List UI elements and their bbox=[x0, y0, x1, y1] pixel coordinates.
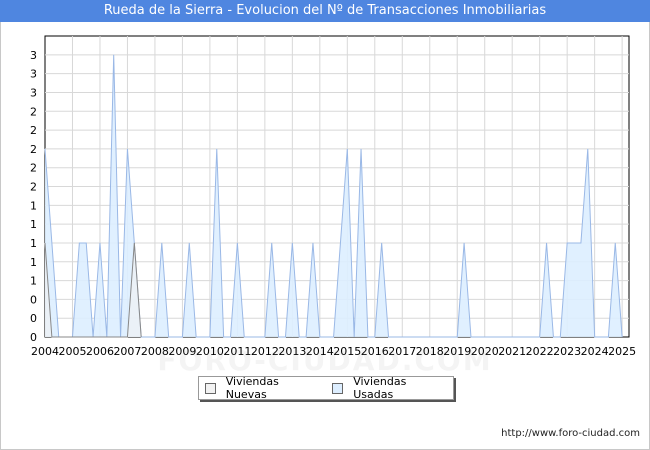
y-tick-label: 1 bbox=[30, 218, 37, 231]
y-tick-label: 2 bbox=[30, 105, 37, 118]
legend-item-nuevas: Viviendas Nuevas bbox=[205, 375, 320, 401]
legend-item-usadas: Viviendas Usadas bbox=[332, 375, 447, 401]
legend-label-usadas: Viviendas Usadas bbox=[353, 375, 407, 401]
chart-legend: Viviendas Nuevas Viviendas Usadas bbox=[198, 375, 454, 401]
y-tick-label: 1 bbox=[30, 237, 37, 250]
legend-label-nuevas: Viviendas Nuevas bbox=[225, 375, 279, 401]
y-tick-label: 0 bbox=[30, 293, 37, 306]
y-axis: 0 0 0 1 1 1 1 1 2 2 2 2 2 3 3 3 bbox=[30, 49, 37, 344]
legend-swatch-nuevas bbox=[205, 382, 216, 394]
y-tick-label: 1 bbox=[30, 275, 37, 288]
y-tick-label: 0 bbox=[30, 331, 37, 344]
y-tick-label: 2 bbox=[30, 143, 37, 156]
y-tick-label: 2 bbox=[30, 181, 37, 194]
y-tick-label: 2 bbox=[30, 124, 37, 137]
y-tick-label: 0 bbox=[30, 312, 37, 325]
footer-url: http://www.foro-ciudad.com bbox=[501, 428, 640, 439]
y-tick-label: 3 bbox=[30, 49, 37, 62]
y-tick-label: 3 bbox=[30, 86, 37, 99]
watermark-text: FORO-CIUDAD.COM bbox=[157, 344, 493, 377]
y-tick-label: 1 bbox=[30, 199, 37, 212]
y-tick-label: 1 bbox=[30, 256, 37, 269]
legend-swatch-usadas bbox=[332, 382, 344, 394]
y-tick-label: 2 bbox=[30, 162, 37, 175]
y-tick-label: 3 bbox=[30, 68, 37, 81]
